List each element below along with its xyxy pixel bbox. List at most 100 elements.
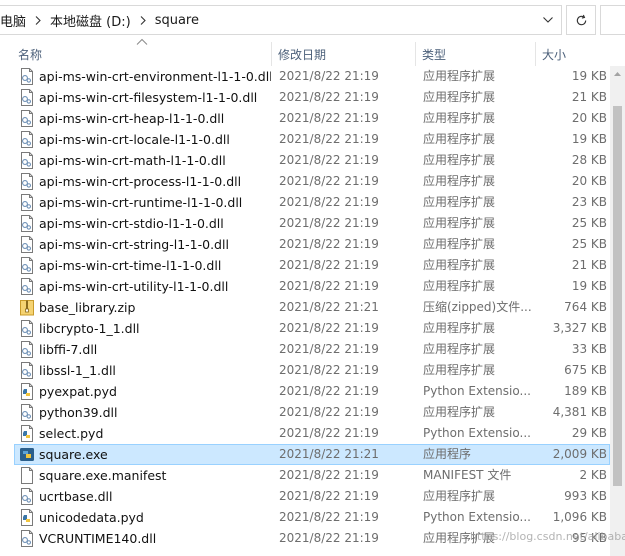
file-row[interactable]: api-ms-win-crt-string-l1-1-0.dll 2021/8/2… xyxy=(14,234,610,255)
file-type: 压缩(zipped)文件... xyxy=(423,300,531,314)
column-header-name[interactable]: 名称 xyxy=(12,42,272,66)
file-type: 应用程序扩展 xyxy=(423,195,496,209)
file-name: api-ms-win-crt-environment-l1-1-0.dll xyxy=(39,69,271,84)
file-row[interactable]: api-ms-win-crt-stdio-l1-1-0.dll 2021/8/22… xyxy=(14,213,610,234)
file-modified-date: 2021/8/22 21:19 xyxy=(279,174,379,188)
file-list[interactable]: api-ms-win-crt-environment-l1-1-0.dll 202… xyxy=(0,66,610,556)
scroll-up-arrow-icon[interactable] xyxy=(610,66,625,81)
file-size: 25 KB xyxy=(571,237,607,251)
file-name: api-ms-win-crt-runtime-l1-1-0.dll xyxy=(39,195,243,210)
file-modified-date: 2021/8/22 21:19 xyxy=(279,468,379,482)
address-bar[interactable]: 电脑 本地磁盘 (D:) square xyxy=(0,5,562,35)
file-row[interactable]: python39.dll 2021/8/22 21:19 应用程序扩展 4,381 K… xyxy=(14,402,610,423)
file-row[interactable]: api-ms-win-crt-locale-l1-1-0.dll 2021/8/2… xyxy=(14,129,610,150)
file-row[interactable]: select.pyd 2021/8/22 21:19 Python Extensio… xyxy=(14,423,610,444)
file-name: unicodedata.pyd xyxy=(39,510,144,525)
file-size: 33 KB xyxy=(571,342,607,356)
dll-icon xyxy=(19,194,35,211)
file-row[interactable]: api-ms-win-crt-process-l1-1-0.dll 2021/8/… xyxy=(14,171,610,192)
column-header-type[interactable]: 类型 xyxy=(416,42,536,66)
file-row[interactable]: libcrypto-1_1.dll 2021/8/22 21:19 应用程序扩展 3,… xyxy=(14,318,610,339)
file-row[interactable]: square.exe 2021/8/22 21:21 应用程序 2,009 KB xyxy=(14,444,610,465)
file-size: 20 KB xyxy=(571,111,607,125)
file-name: api-ms-win-crt-process-l1-1-0.dll xyxy=(39,174,242,189)
file-row[interactable]: unicodedata.pyd 2021/8/22 21:19 Python Ext… xyxy=(14,507,610,528)
file-row[interactable]: libffi-7.dll 2021/8/22 21:19 应用程序扩展 33 KB xyxy=(14,339,610,360)
file-type: MANIFEST 文件 xyxy=(423,468,512,482)
file-name: api-ms-win-crt-string-l1-1-0.dll xyxy=(39,237,229,252)
file-size: 28 KB xyxy=(571,153,607,167)
file-row[interactable]: libssl-1_1.dll 2021/8/22 21:19 应用程序扩展 675 K… xyxy=(14,360,610,381)
file-size: 21 KB xyxy=(571,90,607,104)
breadcrumb-item-drive[interactable]: 本地磁盘 (D:) xyxy=(47,6,134,34)
dll-icon xyxy=(19,278,35,295)
file-size: 764 KB xyxy=(564,300,607,314)
file-name: api-ms-win-crt-stdio-l1-1-0.dll xyxy=(39,216,224,231)
pyd-icon xyxy=(19,383,35,400)
file-row[interactable]: api-ms-win-crt-runtime-l1-1-0.dll 2021/8/… xyxy=(14,192,610,213)
address-row: 电脑 本地磁盘 (D:) square xyxy=(0,0,625,42)
blank-file-icon xyxy=(19,467,35,484)
file-row[interactable]: api-ms-win-crt-filesystem-l1-1-0.dll 2021… xyxy=(14,87,610,108)
file-row[interactable]: api-ms-win-crt-utility-l1-1-0.dll 2021/8/… xyxy=(14,276,610,297)
file-size: 20 KB xyxy=(571,174,607,188)
file-explorer-window: 电脑 本地磁盘 (D:) square 名称 修改日期 类型 大小 api-ms… xyxy=(0,0,625,556)
file-type: Python Extensio... xyxy=(423,426,531,440)
chevron-right-icon[interactable] xyxy=(29,6,47,34)
search-input[interactable] xyxy=(600,5,625,35)
chevron-right-icon[interactable] xyxy=(134,6,152,34)
dll-icon xyxy=(19,89,35,106)
file-type: 应用程序扩展 xyxy=(423,90,496,104)
dll-icon xyxy=(19,404,35,421)
file-name: libcrypto-1_1.dll xyxy=(39,321,140,336)
file-row[interactable]: square.exe.manifest 2021/8/22 21:19 MANIFE… xyxy=(14,465,610,486)
file-name: api-ms-win-crt-utility-l1-1-0.dll xyxy=(39,279,229,294)
file-name: square.exe.manifest xyxy=(39,468,167,483)
file-row[interactable]: api-ms-win-crt-time-l1-1-0.dll 2021/8/22 … xyxy=(14,255,610,276)
file-name: pyexpat.pyd xyxy=(39,384,117,399)
dll-icon xyxy=(19,341,35,358)
file-name: api-ms-win-crt-locale-l1-1-0.dll xyxy=(39,132,230,147)
dll-icon xyxy=(19,257,35,274)
column-header-date[interactable]: 修改日期 xyxy=(272,42,416,66)
file-row[interactable]: api-ms-win-crt-math-l1-1-0.dll 2021/8/22 … xyxy=(14,150,610,171)
dll-icon xyxy=(19,110,35,127)
breadcrumb-label: 本地磁盘 (D:) xyxy=(50,14,131,30)
pyd-icon xyxy=(19,425,35,442)
file-size: 25 KB xyxy=(571,216,607,230)
vertical-scrollbar[interactable] xyxy=(610,66,625,556)
column-header-row: 名称 修改日期 类型 大小 xyxy=(0,38,625,66)
file-modified-date: 2021/8/22 21:19 xyxy=(279,363,379,377)
file-size: 675 KB xyxy=(564,363,607,377)
file-size: 993 KB xyxy=(564,489,607,503)
column-header-size[interactable]: 大小 xyxy=(536,42,610,66)
breadcrumb-item-pc[interactable]: 电脑 xyxy=(0,6,29,34)
pyd-icon xyxy=(19,509,35,526)
file-modified-date: 2021/8/22 21:19 xyxy=(279,237,379,251)
file-name: libssl-1_1.dll xyxy=(39,363,116,378)
breadcrumb-label: 电脑 xyxy=(0,14,27,30)
scrollbar-thumb[interactable] xyxy=(613,106,622,486)
dll-icon xyxy=(19,320,35,337)
file-row[interactable]: ucrtbase.dll 2021/8/22 21:19 应用程序扩展 993 KB xyxy=(14,486,610,507)
file-type: Python Extensio... xyxy=(423,510,531,524)
chevron-down-icon xyxy=(543,17,553,23)
file-name: ucrtbase.dll xyxy=(39,489,113,504)
file-row[interactable]: base_library.zip 2021/8/22 21:21 压缩(zipped… xyxy=(14,297,610,318)
file-modified-date: 2021/8/22 21:19 xyxy=(279,384,379,398)
file-row[interactable]: pyexpat.pyd 2021/8/22 21:19 Python Extensi… xyxy=(14,381,610,402)
file-size: 2,009 KB xyxy=(552,447,607,461)
file-type: 应用程序扩展 xyxy=(423,279,496,293)
refresh-button[interactable] xyxy=(566,5,596,35)
file-modified-date: 2021/8/22 21:19 xyxy=(279,153,379,167)
file-row[interactable]: api-ms-win-crt-heap-l1-1-0.dll 2021/8/22 … xyxy=(14,108,610,129)
file-type: 应用程序扩展 xyxy=(423,258,496,272)
file-modified-date: 2021/8/22 21:19 xyxy=(279,489,379,503)
address-history-dropdown[interactable] xyxy=(535,6,561,34)
breadcrumb-item-folder[interactable]: square xyxy=(152,6,202,34)
refresh-icon xyxy=(576,14,586,25)
dll-icon xyxy=(19,152,35,169)
file-type: 应用程序扩展 xyxy=(423,174,496,188)
file-type: 应用程序扩展 xyxy=(423,153,496,167)
file-row[interactable]: api-ms-win-crt-environment-l1-1-0.dll 202… xyxy=(14,66,610,87)
